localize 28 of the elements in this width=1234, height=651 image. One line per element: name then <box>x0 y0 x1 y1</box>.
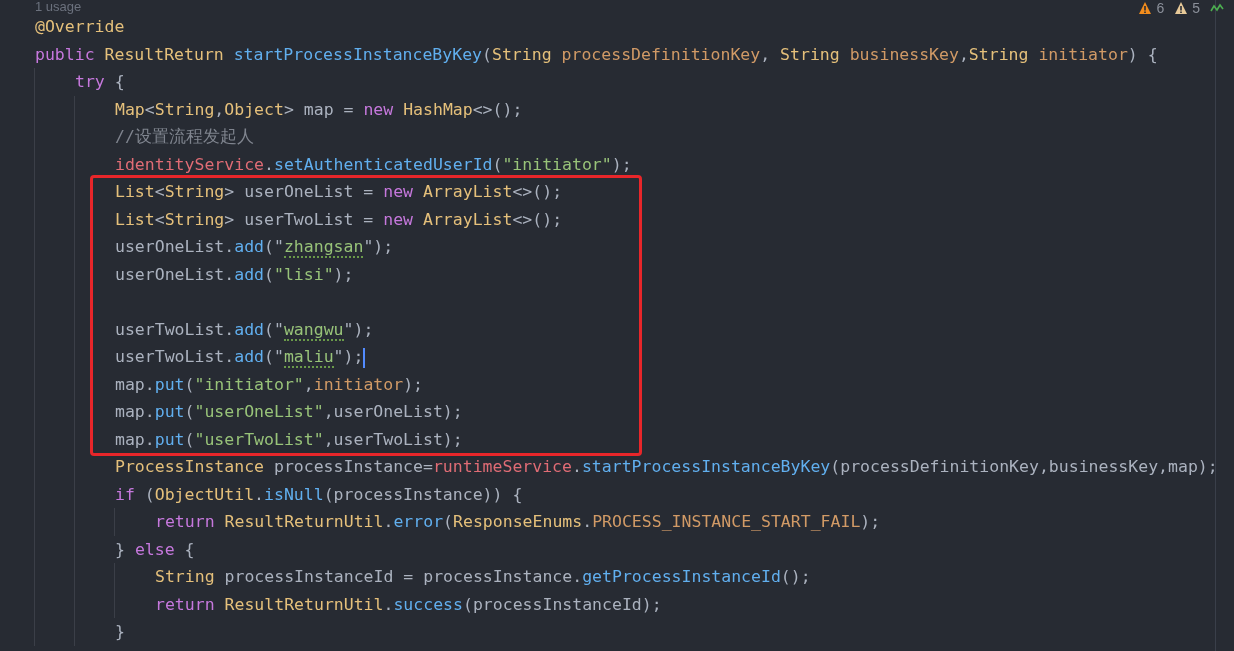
code-line: } <box>115 621 125 643</box>
code-line: List<String> userOneList = new ArrayList<>(); <box>115 181 563 203</box>
code-line: userTwoList.add("wangwu"); <box>115 318 374 343</box>
code-line: identityService.setAuthenticatedUserId("initiator"); <box>115 153 632 176</box>
code-line: public ResultReturn startProcessInstanceByKey(String processDefinitionKey, String businessKey,String initiator) { <box>35 43 1158 66</box>
code-line: map.put("userTwoList",userTwoList); <box>115 428 463 451</box>
code-line: return ResultReturnUtil.success(processInstanceId); <box>155 593 662 616</box>
code-line: @Override <box>35 16 125 38</box>
code-line: String processInstanceId = processInstance.getProcessInstanceId(); <box>155 566 811 588</box>
code-line: return ResultReturnUtil.error(ResponseEnums.PROCESS_INSTANCE_START_FAIL); <box>155 511 881 533</box>
text-cursor <box>363 347 366 368</box>
code-line: userOneList.add("zhangsan"); <box>115 236 394 260</box>
code-line: List<String> userTwoList = new ArrayList<>(); <box>115 208 563 231</box>
usage-hint[interactable]: 1 usage <box>35 0 82 13</box>
issue-count: 6 <box>1156 0 1165 16</box>
code-line: Map<String,Object> map = new HashMap<>(); <box>115 98 523 121</box>
code-line: //设置流程发起人 <box>115 126 254 148</box>
warning-icon[interactable] <box>1174 1 1189 15</box>
squiggle-icon[interactable] <box>1210 3 1224 13</box>
code-line: try { <box>75 71 125 93</box>
code-line: } else { <box>115 538 195 561</box>
code-line: if (ObjectUtil.isNull(processInstance)) { <box>115 483 523 506</box>
issue-count: 5 <box>1192 0 1200 16</box>
warning-icon[interactable] <box>1138 1 1153 15</box>
code-line: map.put("initiator",initiator); <box>115 373 423 396</box>
code-line: map.put("userOneList",userOneList); <box>115 401 463 423</box>
code-line: userOneList.add("lisi"); <box>115 263 354 286</box>
code-line: ProcessInstance processInstance=runtimeService.startProcessInstanceByKey(processDefinitionKey,businessKey,map); <box>115 456 1218 478</box>
